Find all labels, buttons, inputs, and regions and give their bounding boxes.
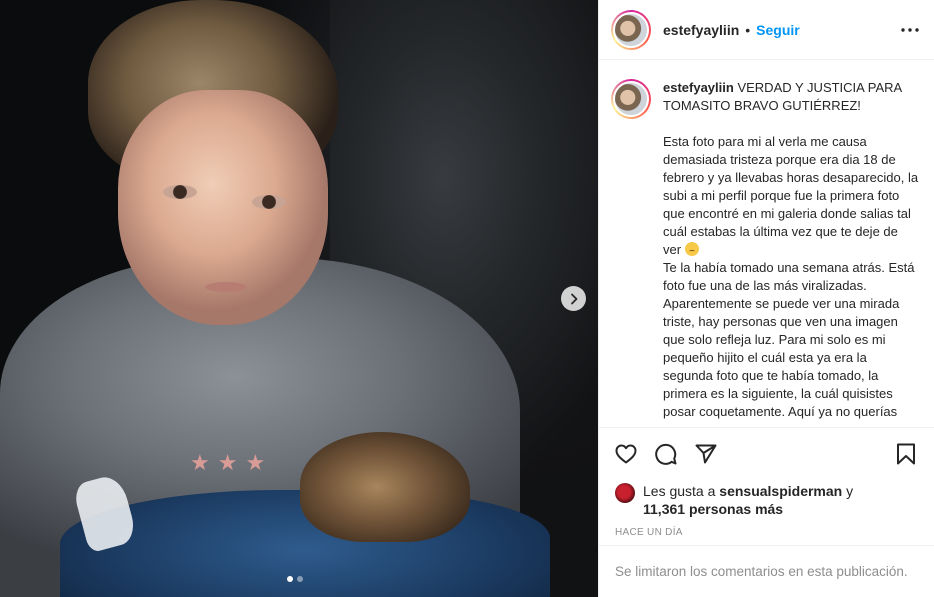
comments-limited-notice: Se limitaron los comentarios en esta pub…	[599, 545, 934, 597]
liker-username-link[interactable]: sensualspiderman	[719, 483, 842, 499]
carousel-dot	[287, 576, 293, 582]
photo-cat	[300, 432, 470, 542]
liker-avatar[interactable]	[615, 483, 635, 503]
comment-button[interactable]	[653, 441, 679, 467]
send-icon	[695, 444, 717, 463]
avatar-image	[613, 11, 649, 48]
more-options-button[interactable]	[898, 18, 922, 42]
photo-mouth	[205, 282, 247, 292]
caption-gap	[663, 115, 919, 133]
likes-prefix: Les gusta a	[643, 483, 716, 499]
username-link[interactable]: estefyayliin	[663, 22, 739, 38]
save-button[interactable]	[893, 441, 919, 467]
caption-paragraph-2: Te la había tomado una semana atrás. Est…	[663, 260, 915, 419]
avatar[interactable]	[611, 9, 651, 50]
post-timestamp[interactable]: HACE UN DÍA	[615, 527, 683, 538]
caption-username-link[interactable]: estefyayliin	[663, 80, 734, 95]
photo-shirt-stars: ★★★	[190, 450, 274, 475]
caption-headline-line: estefyayliin VERDAD Y JUSTICIA PARA TOMA…	[663, 79, 919, 115]
likes-count-link[interactable]: 11,361 personas más	[643, 501, 783, 517]
caption-paragraph-1-line: Esta foto para mi al verla me causa dema…	[663, 133, 919, 259]
separator-dot: •	[745, 21, 751, 38]
more-horizontal-icon	[901, 27, 919, 32]
post-header: estefyayliin • Seguir	[599, 0, 934, 60]
disappointed-face-icon	[684, 242, 699, 256]
photo-eye-right	[252, 195, 286, 209]
follow-button[interactable]: Seguir	[756, 22, 800, 38]
caption-paragraph-1: Esta foto para mi al verla me causa dema…	[663, 134, 919, 257]
photo-eye-left	[163, 185, 197, 199]
comment-icon	[655, 443, 677, 465]
avatar-image	[613, 81, 649, 117]
carousel-dot	[297, 576, 303, 582]
post-sidebar: estefyayliin • Seguir estefyayliin VERDA…	[598, 0, 934, 597]
next-photo-button[interactable]	[561, 286, 586, 311]
likes-summary: Les gusta a sensualspiderman y 11,361 pe…	[615, 482, 925, 518]
heart-icon	[615, 444, 637, 463]
caption-text: estefyayliin VERDAD Y JUSTICIA PARA TOMA…	[663, 79, 919, 421]
likes-text: Les gusta a sensualspiderman y 11,361 pe…	[643, 482, 853, 518]
likes-conjunction: y	[846, 483, 854, 499]
share-button[interactable]	[693, 441, 719, 467]
caption-area: estefyayliin VERDAD Y JUSTICIA PARA TOMA…	[599, 61, 934, 427]
caption-row: estefyayliin VERDAD Y JUSTICIA PARA TOMA…	[611, 79, 921, 421]
caption-avatar[interactable]	[611, 79, 651, 119]
bookmark-icon	[897, 443, 915, 464]
action-bar	[599, 427, 934, 479]
like-button[interactable]	[613, 441, 639, 467]
post-photo[interactable]: ★★★	[0, 0, 598, 597]
carousel-indicator	[287, 576, 303, 582]
chevron-right-icon	[570, 293, 577, 304]
